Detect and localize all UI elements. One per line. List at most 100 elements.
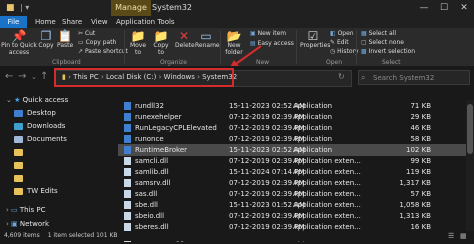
chevron-down-icon: ⌄: [6, 96, 15, 104]
app-icon: [124, 113, 131, 121]
nav-downloads-label: Downloads: [27, 122, 66, 130]
nav-tw-edits-label: TW Edits: [27, 187, 58, 195]
downloads-icon: [14, 122, 23, 130]
nav-tw-edits[interactable]: TW Edits: [14, 185, 58, 198]
tab-application-tools[interactable]: Application Tools: [116, 16, 175, 28]
tab-share[interactable]: Share: [62, 16, 82, 28]
new-item-button[interactable]: ▣ New item: [250, 30, 286, 37]
search-input[interactable]: Search System32: [358, 70, 470, 85]
organize-group-label: Organize: [160, 59, 187, 66]
app-icon: [124, 124, 131, 132]
file-name-text: sbe.dll: [135, 201, 158, 209]
nav-documents-label: Documents: [27, 135, 67, 143]
dll-icon: [124, 212, 131, 220]
details-view-icon[interactable]: ☰: [448, 231, 454, 241]
edit-button[interactable]: ✎ Edit: [330, 39, 349, 46]
scrollbar-thumb[interactable]: [467, 104, 473, 154]
pin-icon: 📌: [11, 29, 27, 43]
copy-to-button[interactable]: 📁 Copy to: [151, 30, 171, 56]
nav-folder[interactable]: [14, 159, 27, 172]
app-icon: [124, 146, 131, 154]
invert-selection-button[interactable]: ▩ Invert selection: [361, 48, 415, 55]
invert-selection-label: Invert selection: [368, 48, 416, 55]
copy-button[interactable]: ❐ Copy: [38, 30, 54, 49]
edit-label: Edit: [336, 39, 349, 46]
back-arrow-icon[interactable]: ←: [5, 70, 13, 84]
maximize-button[interactable]: ☐: [434, 0, 454, 16]
folder-icon: ■: [6, 3, 15, 13]
forward-arrow-icon[interactable]: →: [18, 70, 26, 84]
nav-desktop[interactable]: Desktop: [14, 107, 56, 120]
open-button[interactable]: ◧ Open: [330, 30, 354, 37]
quick-access-toolbar[interactable]: | ▾: [20, 0, 29, 16]
history-button[interactable]: ◷ History: [330, 48, 359, 55]
dll-icon: [124, 201, 131, 209]
documents-icon: [14, 135, 23, 143]
copy-to-label: Copy to: [153, 42, 169, 56]
delete-button[interactable]: ✕ Delete: [175, 30, 195, 49]
file-name-text: samsrv.dll: [135, 179, 171, 187]
search-icon: ⌕: [361, 73, 366, 82]
file-name-text: RunLegacyCPLElevated: [135, 124, 217, 132]
title-bar: [0, 0, 474, 16]
nav-downloads[interactable]: Downloads: [14, 120, 65, 133]
paste-icon: 📋: [57, 29, 73, 43]
cut-label: Cut: [84, 30, 96, 37]
edit-icon: ✎: [330, 39, 337, 46]
tab-file[interactable]: File: [0, 16, 27, 28]
select-none-button[interactable]: ▢ Select none: [361, 39, 404, 46]
properties-button[interactable]: ☑ Properties: [300, 30, 331, 49]
move-to-button[interactable]: 📁 Move to: [128, 30, 148, 56]
paste-shortcut-button[interactable]: ↗ Paste shortcut: [78, 48, 128, 55]
select-none-icon: ▢: [361, 39, 369, 46]
address-highlight-box: [54, 68, 234, 87]
minimize-button[interactable]: —: [414, 0, 434, 16]
file-name-text: samcli.dll: [135, 157, 169, 165]
nav-desktop-label: Desktop: [27, 109, 56, 117]
paste-button[interactable]: 📋 Paste: [57, 30, 73, 49]
up-arrow-icon[interactable]: ↑: [40, 70, 48, 84]
open-group-label: Open: [326, 59, 343, 66]
nav-folder[interactable]: [14, 172, 27, 185]
invert-selection-icon: ▩: [361, 48, 369, 55]
large-icons-view-icon[interactable]: ▦: [460, 231, 467, 241]
dll-icon: [124, 168, 131, 176]
nav-this-pc[interactable]: › ▭ This PC: [6, 204, 46, 217]
nav-quick-access[interactable]: ⌄ ★ Quick access: [6, 94, 68, 107]
folder-icon: [14, 187, 23, 195]
open-label: Open: [337, 30, 354, 37]
tab-home[interactable]: Home: [35, 16, 56, 28]
delete-label: Delete: [175, 42, 195, 49]
selection-info: 1 item selected 101 KB: [47, 232, 118, 239]
select-all-icon: ▦: [361, 30, 369, 37]
copy-path-label: Copy path: [85, 39, 117, 46]
ribbon-divider: [124, 30, 125, 64]
app-icon: [124, 135, 131, 143]
close-button[interactable]: ✕: [454, 0, 474, 16]
ribbon-divider: [356, 30, 357, 64]
dll-icon: [124, 179, 131, 187]
cut-button[interactable]: ✂ Cut: [78, 30, 95, 37]
properties-label: Properties: [300, 42, 331, 49]
copy-path-icon: ▭: [78, 39, 86, 46]
folder-icon: [14, 148, 23, 156]
select-group-label: Select: [382, 59, 401, 66]
move-to-label: Move to: [129, 42, 147, 56]
pin-to-quick-access-button[interactable]: 📌 Pin to Quick access: [1, 29, 37, 56]
refresh-icon[interactable]: ↻: [338, 70, 345, 84]
copy-path-button[interactable]: ▭ Copy path: [78, 39, 116, 46]
manage-context-tab[interactable]: Manage: [111, 0, 151, 16]
tab-view[interactable]: View: [91, 16, 108, 28]
nav-documents[interactable]: Documents: [14, 133, 67, 146]
rename-label: Rename: [195, 42, 220, 49]
nav-this-pc-label: This PC: [19, 206, 46, 214]
rename-button[interactable]: ▭ Rename: [195, 30, 220, 49]
nav-network[interactable]: › ▣ Network: [6, 218, 49, 231]
recent-locations-icon[interactable]: ⌄: [31, 70, 37, 84]
dll-icon: [124, 190, 131, 198]
copy-icon: ❐: [40, 29, 52, 43]
file-name-text: rundll32: [135, 102, 164, 110]
ribbon-divider: [220, 30, 221, 64]
nav-folder[interactable]: [14, 146, 27, 159]
select-all-button[interactable]: ▦ Select all: [361, 30, 396, 37]
